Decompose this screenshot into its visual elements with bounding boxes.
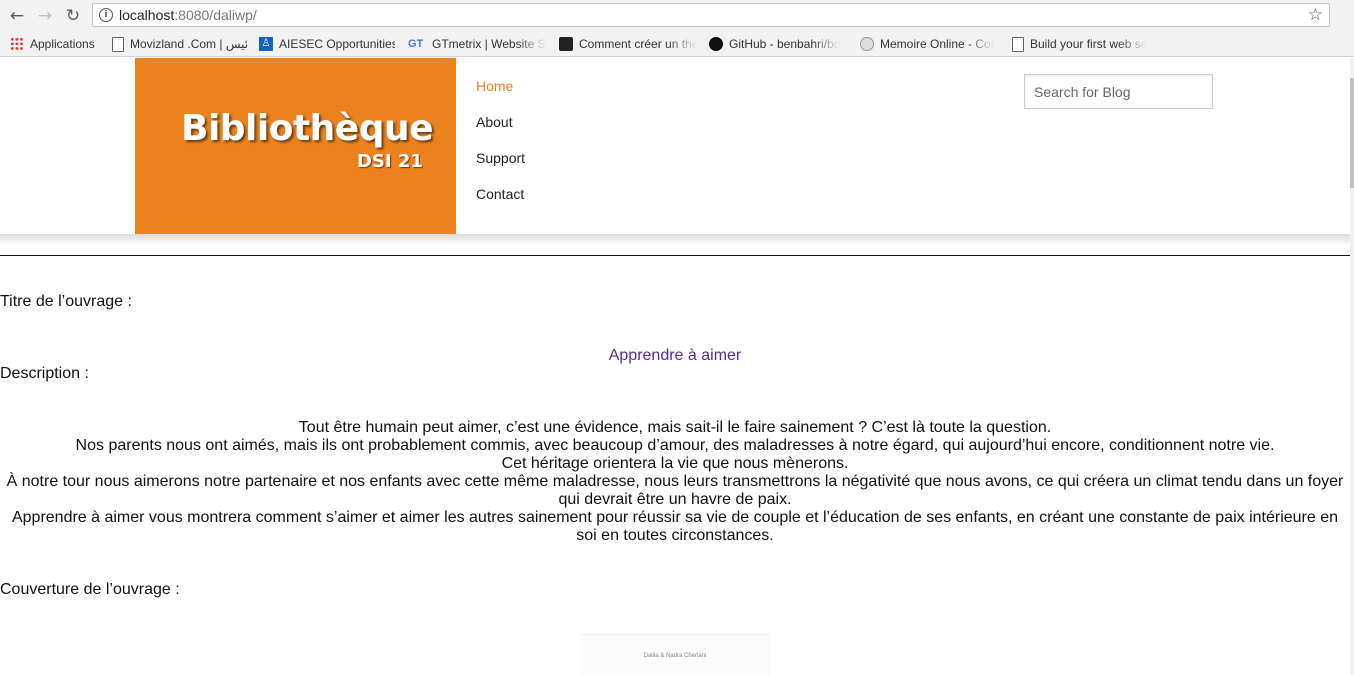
- cover-author: Dalila & Nadra Cherlani: [643, 653, 707, 659]
- bookmark-label: Movizland .Com | رئيس: [130, 37, 247, 51]
- gtmetrix-icon: GT: [408, 38, 424, 50]
- description-line: Tout être humain peut aimer, c’est une é…: [298, 419, 1052, 436]
- nav-about[interactable]: About: [476, 114, 513, 130]
- github-icon: [709, 37, 723, 51]
- logo-subtitle: DSI 21: [357, 151, 423, 172]
- url-host: localhost: [119, 7, 175, 23]
- url-text[interactable]: localhost:8080/daliwp/: [119, 7, 257, 23]
- description-label: Description :: [0, 365, 89, 382]
- nav-support[interactable]: Support: [476, 150, 525, 166]
- bookmark-star-icon[interactable]: ☆: [1308, 5, 1323, 25]
- site-header: Bibliothèque DSI 21 Home About Support C…: [0, 58, 1350, 234]
- bookmark-label: AIESEC Opportunities: [279, 37, 395, 51]
- cover-label: Couverture de l’ouvrage :: [0, 581, 180, 598]
- browser-toolbar: ← → ↻ i localhost:8080/daliwp/ ☆: [0, 0, 1354, 31]
- logo-title: Bibliothèque: [181, 108, 434, 149]
- description-line: Cet héritage orientera la vie que nous m…: [501, 455, 849, 472]
- bookmark-label: Applications: [30, 37, 95, 51]
- nav-home[interactable]: Home: [476, 78, 513, 94]
- site-logo[interactable]: Bibliothèque DSI 21: [135, 58, 456, 234]
- reload-icon[interactable]: ↻: [62, 5, 84, 27]
- apps-grid-icon: [10, 37, 24, 51]
- search-input[interactable]: [1025, 75, 1213, 108]
- nav-contact[interactable]: Contact: [476, 186, 524, 202]
- bookmark-github[interactable]: GitHub - benbahri/bo: [709, 35, 847, 53]
- url-path: :8080/daliwp/: [174, 7, 257, 23]
- bookmark-movizland[interactable]: Movizland .Com | رئيس: [112, 35, 247, 53]
- bookmarks-bar: Applications Movizland .Com | رئيس ♙ AIE…: [0, 31, 1354, 57]
- bookmark-label: GTmetrix | Website Sp: [432, 37, 546, 51]
- bookmark-gtmetrix[interactable]: GT GTmetrix | Website Sp: [408, 35, 546, 53]
- info-icon[interactable]: i: [99, 8, 113, 22]
- book-title: Apprendre à aimer: [608, 347, 742, 364]
- bookmark-label: Memoire Online - Cor: [880, 37, 995, 51]
- back-arrow-icon[interactable]: ←: [6, 5, 28, 27]
- scrollbar-thumb[interactable]: [1350, 78, 1354, 188]
- globe-icon: [860, 37, 874, 51]
- bookmark-label: GitHub - benbahri/bo: [729, 37, 841, 51]
- title-label: Titre de l’ouvrage :: [0, 293, 132, 310]
- dark-square-icon: [559, 37, 573, 51]
- bookmark-label: Comment créer un thè: [579, 37, 697, 51]
- description-line: À notre tour nous aimerons notre partena…: [6, 473, 1344, 508]
- description-line: Nos parents nous ont aimés, mais ils ont…: [75, 437, 1275, 454]
- web-page: Bibliothèque DSI 21 Home About Support C…: [0, 58, 1350, 675]
- page-scrollbar[interactable]: [1350, 58, 1354, 675]
- bookmark-applications[interactable]: Applications: [10, 35, 95, 53]
- divider: [0, 255, 1350, 256]
- book-cover-image: Dalila & Nadra Cherlani: [580, 634, 770, 675]
- bookmark-memoire-online[interactable]: Memoire Online - Cor: [860, 35, 998, 53]
- address-bar[interactable]: i localhost:8080/daliwp/ ☆: [92, 3, 1330, 27]
- forward-arrow-icon[interactable]: →: [34, 5, 56, 27]
- bookmark-build-web[interactable]: Build your first web se: [1012, 35, 1147, 53]
- aiesec-icon: ♙: [259, 37, 273, 51]
- document-icon: [1012, 36, 1024, 52]
- bookmark-comment-creer[interactable]: Comment créer un thè: [559, 35, 697, 53]
- bookmark-label: Build your first web se: [1030, 37, 1147, 51]
- book-description: Tout être humain peut aimer, c’est une é…: [0, 419, 1350, 545]
- bookmark-aiesec[interactable]: ♙ AIESEC Opportunities: [259, 35, 395, 53]
- search-box: [1024, 74, 1213, 109]
- header-shadow: [0, 234, 1350, 244]
- description-line: Apprendre à aimer vous montrera comment …: [11, 509, 1339, 544]
- document-icon: [112, 36, 124, 52]
